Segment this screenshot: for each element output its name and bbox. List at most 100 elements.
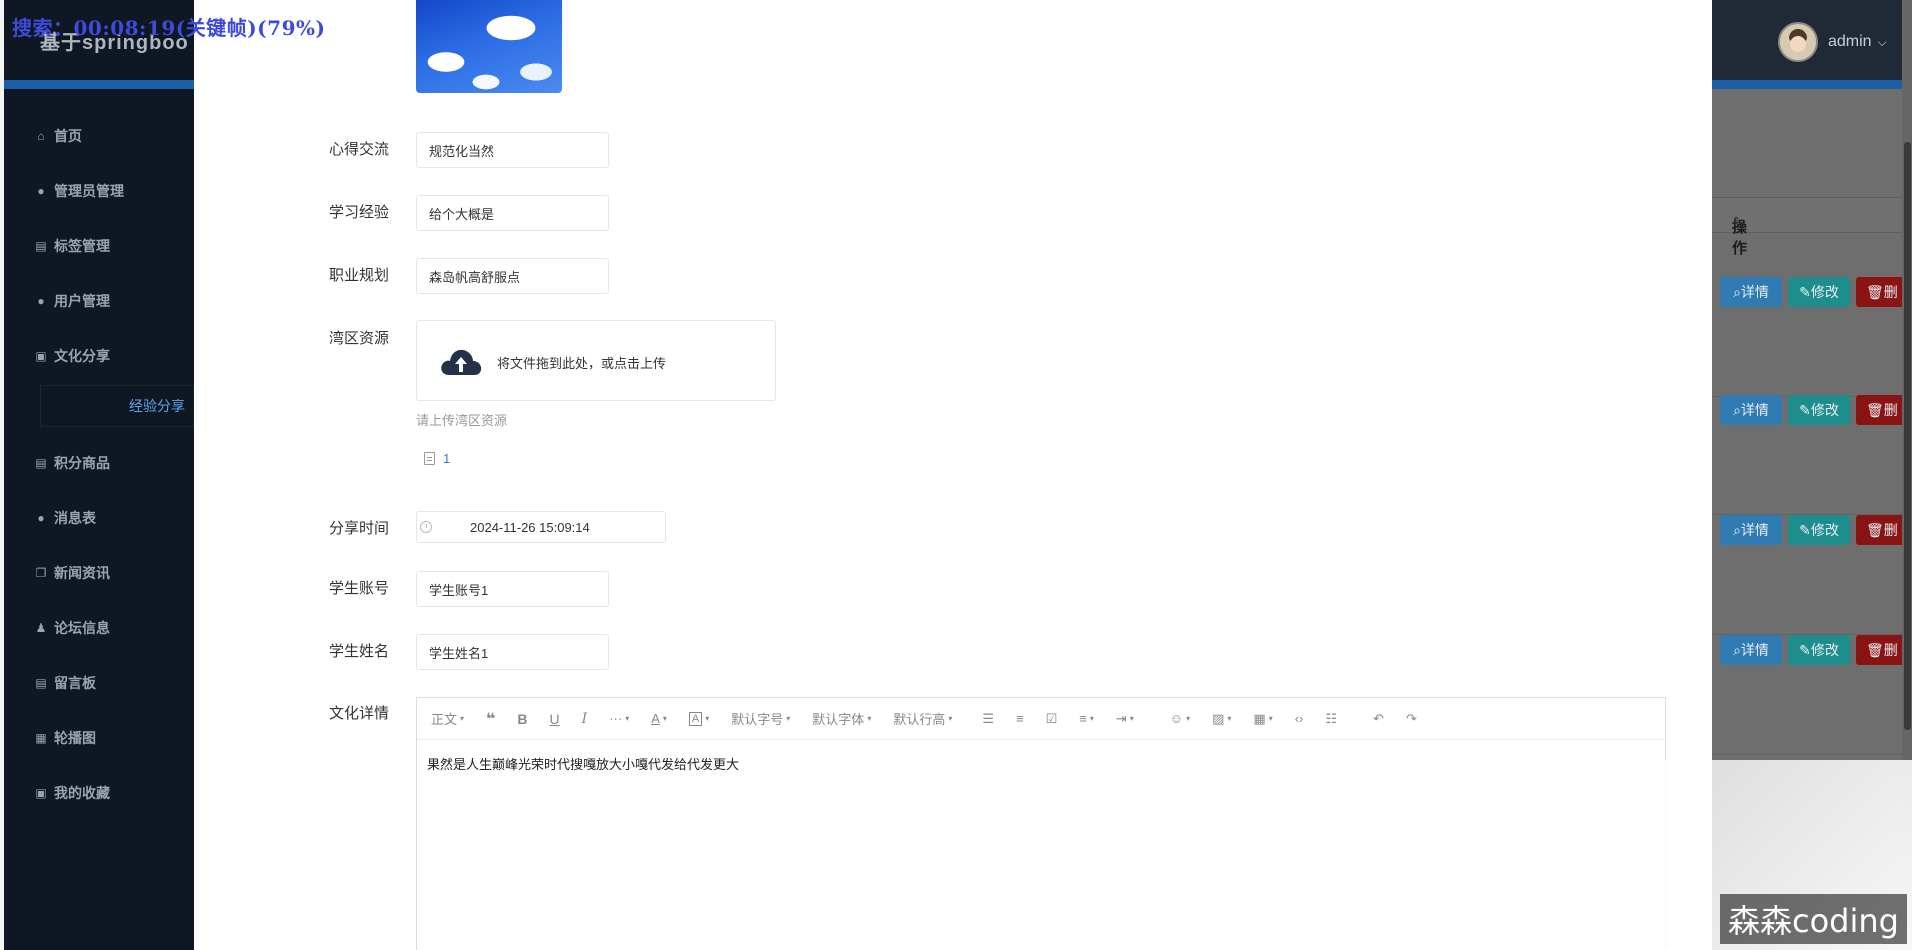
sidebar-item-label: 留言板 <box>54 674 96 691</box>
font-family-select[interactable]: 默认字体 ▾ <box>812 709 871 728</box>
wanqu-label: 湾区资源 <box>329 330 390 347</box>
chevron-down-icon: ⌵ <box>1877 34 1887 49</box>
sidebar-item-guestbook[interactable]: ▤ 留言板 <box>34 655 194 710</box>
group-icon: ♟ <box>35 620 47 635</box>
trash-icon: 🗑 <box>1866 521 1884 538</box>
code-icon[interactable]: ‹› <box>1295 711 1304 726</box>
sidebar-item-users[interactable]: ● 用户管理 <box>34 273 194 328</box>
user-menu[interactable]: admin ⌵ <box>1778 22 1887 62</box>
detail-button[interactable]: ⌕ 详情 <box>1720 395 1782 425</box>
edit-button[interactable]: ✎ 修改 <box>1788 395 1850 425</box>
sidebar-item-label: 轮播图 <box>54 729 96 746</box>
detail-label: 详情 <box>1740 642 1769 658</box>
align-icon[interactable]: ≡ ▾ <box>1079 711 1094 726</box>
sidebar-subitem-experience[interactable]: 经验分享 <box>40 385 194 427</box>
sidebar-item-home[interactable]: ⌂ 首页 <box>34 108 194 163</box>
scrollbar-thumb[interactable] <box>1904 142 1911 730</box>
name-label: 学生姓名 <box>329 643 390 660</box>
edit-icon: ✎ <box>1799 401 1811 418</box>
line-height-select[interactable]: 默认行高 ▾ <box>893 709 952 728</box>
edit-label: 修改 <box>1810 284 1839 300</box>
upload-dropzone[interactable]: 将文件拖到此处，或点击上传 <box>416 320 776 401</box>
uploaded-file[interactable]: 1 <box>424 451 450 466</box>
edit-label: 修改 <box>1810 522 1839 538</box>
avatar <box>1778 22 1818 62</box>
trash-icon: 🗑 <box>1866 641 1884 658</box>
font-size-select[interactable]: 默认字号 ▾ <box>731 709 790 728</box>
xinde-field[interactable]: 规范化当然 <box>416 132 609 168</box>
detail-button[interactable]: ⌕ 详情 <box>1720 277 1782 307</box>
grid-icon: ▦ <box>35 730 47 745</box>
sidebar-item-label: 标签管理 <box>54 237 110 254</box>
delete-label: 删 <box>1883 522 1898 538</box>
font-color-button[interactable]: A ▾ <box>651 711 667 726</box>
sidebar-item-admin[interactable]: ● 管理员管理 <box>34 163 194 218</box>
top-bar-accent <box>1712 80 1912 89</box>
bullet-list-icon[interactable]: ☰ <box>982 711 994 727</box>
edit-button[interactable]: ✎ 修改 <box>1788 515 1850 545</box>
trash-icon: 🗑 <box>1866 401 1884 418</box>
clock-icon <box>420 521 432 533</box>
sidebar-item-label: 我的收藏 <box>54 784 110 801</box>
detail-button[interactable]: ⌕ 详情 <box>1720 515 1782 545</box>
image-icon[interactable]: ▨ ▾ <box>1212 711 1231 727</box>
name-field[interactable]: 学生姓名1 <box>416 634 609 670</box>
briefcase-icon: ▣ <box>35 348 47 363</box>
font-size-label: 默认字号 <box>731 712 784 727</box>
caret-down-icon: ▾ <box>786 714 791 723</box>
more-button[interactable]: ··· ▾ <box>609 711 629 726</box>
sidebar-item-label: 文化分享 <box>54 347 110 364</box>
detail-label: 详情 <box>1740 284 1769 300</box>
numbered-list-icon[interactable]: ≡ <box>1016 711 1024 726</box>
underline-icon[interactable]: U <box>550 711 560 727</box>
sidebar-item-forum[interactable]: ♟ 论坛信息 <box>34 600 194 655</box>
emoji-icon[interactable]: ☺ ▾ <box>1170 711 1190 726</box>
divider-icon[interactable]: ☷ <box>1325 711 1337 727</box>
sidebar-item-messages[interactable]: ● 消息表 <box>34 490 194 545</box>
account-field[interactable]: 学生账号1 <box>416 571 609 607</box>
share-time-picker[interactable]: 2024-11-26 15:09:14 <box>416 511 666 543</box>
sidebar-item-news[interactable]: ❐ 新闻资讯 <box>34 545 194 600</box>
paragraph-label: 正文 <box>431 712 458 727</box>
sidebar: ⌂ 首页 ● 管理员管理 ▤ 标签管理 ● 用户管理 ▣ 文化分享 经验分享 ▤ 积分商品 … <box>4 0 194 950</box>
table-insert-icon[interactable]: ▦ ▾ <box>1253 711 1272 727</box>
indent-icon[interactable]: ⇥ ▾ <box>1116 711 1134 727</box>
bg-color-button[interactable]: A ▾ <box>688 711 709 726</box>
paragraph-select[interactable]: 正文 ▾ <box>431 709 464 728</box>
trash-icon: 🗑 <box>1866 283 1884 300</box>
sidebar-item-points[interactable]: ▤ 积分商品 <box>34 435 194 490</box>
italic-icon[interactable]: I <box>582 711 588 727</box>
upload-text: 将文件拖到此处，或点击上传 <box>497 356 667 371</box>
sidebar-item-tags[interactable]: ▤ 标签管理 <box>34 218 194 273</box>
home-icon: ⌂ <box>37 128 45 143</box>
redo-icon[interactable]: ↷ <box>1406 711 1417 727</box>
sidebar-item-carousel[interactable]: ▦ 轮播图 <box>34 710 194 765</box>
caret-down-icon: ▾ <box>867 714 872 723</box>
sidebar-item-favorites[interactable]: ▣ 我的收藏 <box>34 765 194 820</box>
detail-button[interactable]: ⌕ 详情 <box>1720 635 1782 665</box>
briefcase-icon: ▣ <box>35 785 47 800</box>
table-icon: ▤ <box>35 675 47 690</box>
recording-overlay-text: 搜索：00:08:19(关键帧)(79%) <box>12 16 326 40</box>
user-name: admin <box>1828 33 1872 50</box>
edit-label: 修改 <box>1810 642 1839 658</box>
sidebar-item-culture[interactable]: ▣ 文化分享 <box>34 328 194 383</box>
edit-icon: ✎ <box>1799 641 1811 658</box>
caret-down-icon: ▾ <box>460 714 465 723</box>
search-icon: ⌕ <box>1733 521 1741 538</box>
search-icon: ⌕ <box>1733 641 1741 658</box>
undo-icon[interactable]: ↶ <box>1373 711 1384 727</box>
zhiye-field[interactable]: 森岛帆高舒服点 <box>416 258 609 294</box>
edit-icon: ✎ <box>1799 283 1811 300</box>
edit-button[interactable]: ✎ 修改 <box>1788 277 1850 307</box>
quote-icon[interactable]: ❝ <box>486 709 495 729</box>
todo-list-icon[interactable]: ☑ <box>1046 711 1058 727</box>
account-label: 学生账号 <box>329 580 390 597</box>
sidebar-item-label: 管理员管理 <box>54 182 124 199</box>
table-row: ⌕ 详情 ✎ 修改 🗑 删 <box>1712 395 1912 515</box>
edit-button[interactable]: ✎ 修改 <box>1788 635 1850 665</box>
table-icon: ▤ <box>35 455 47 470</box>
bold-icon[interactable]: B <box>517 711 527 727</box>
jingyan-field[interactable]: 给个大概是 <box>416 195 609 231</box>
detail-label: 文化详情 <box>329 705 390 722</box>
